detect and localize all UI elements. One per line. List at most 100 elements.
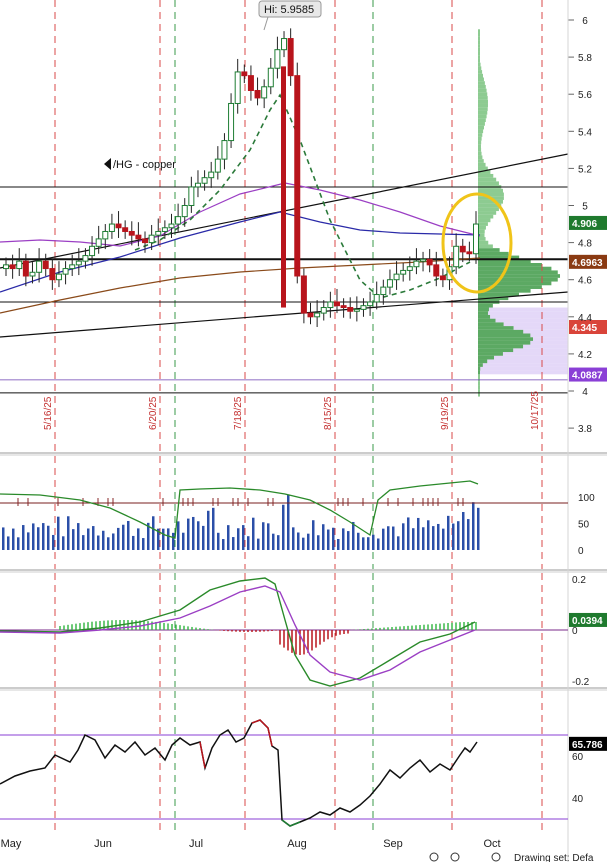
- value-area-bar: [523, 344, 568, 349]
- candle-body: [69, 264, 76, 270]
- value-badge-label: 0.0394: [572, 616, 603, 627]
- volume-bar: [242, 525, 245, 550]
- volume-bar: [77, 523, 80, 550]
- volume-profile-bar: [478, 159, 484, 163]
- value-area-bar: [487, 359, 568, 364]
- volume-profile-bar: [478, 36, 480, 41]
- value-area-bar: [490, 314, 568, 319]
- candle-body: [168, 223, 175, 229]
- event-date-label: 9/19/25: [440, 396, 451, 430]
- volume-profile-bar: [478, 240, 489, 245]
- volume-bar: [137, 528, 140, 550]
- candle-body: [228, 102, 235, 142]
- candle-body: [75, 260, 82, 266]
- volume-bar: [442, 528, 445, 550]
- volume-bar: [192, 516, 195, 550]
- volume-profile-bar: [478, 366, 481, 371]
- value-area-bar: [495, 318, 568, 323]
- candle-body: [115, 223, 122, 229]
- y-tick-label: 4.2: [578, 350, 592, 361]
- candle-body: [373, 294, 380, 303]
- volume-bar: [422, 527, 425, 550]
- value-area-bar: [530, 333, 568, 338]
- volume-bar: [342, 528, 345, 550]
- y-tick-label: 4: [582, 387, 588, 398]
- volume-bar: [302, 537, 305, 550]
- candle-body: [439, 275, 446, 281]
- volume-profile-bar: [478, 385, 480, 390]
- volume-profile-bar: [478, 151, 482, 156]
- volume-profile-bar: [478, 70, 483, 74]
- volume-bar: [327, 529, 330, 550]
- candle-body: [300, 275, 307, 314]
- volume-profile-bar: [478, 199, 503, 204]
- chart-canvas[interactable]: 4.906 4.6963 4.345 4.0887 6 5.8 5.6 5.4 5.2 5 4.8…: [0, 0, 607, 864]
- volume-bar: [367, 537, 370, 550]
- y-tick-label: 5: [582, 202, 588, 213]
- candle-body: [108, 223, 115, 232]
- volume-bar: [197, 521, 200, 550]
- volume-profile-bar: [478, 73, 483, 78]
- candle-body: [29, 271, 36, 277]
- candle-body: [89, 245, 96, 257]
- x-tick-label: Jun: [94, 838, 112, 850]
- volume-bar: [202, 525, 205, 550]
- y-tick-label: 4.6: [578, 276, 592, 287]
- volume-profile-bar: [478, 92, 488, 97]
- volume-profile-bar: [478, 277, 558, 282]
- candle-body: [459, 245, 466, 253]
- candle-body: [274, 49, 281, 69]
- candle-body: [333, 301, 340, 307]
- volume-bar: [222, 539, 225, 550]
- volume-profile-bar: [478, 99, 488, 104]
- volume-profile-bar: [478, 329, 524, 334]
- volume-profile-bar: [478, 311, 488, 315]
- volume-bar: [262, 522, 265, 550]
- volume-profile-bar: [478, 389, 480, 393]
- y-tick-label: 50: [578, 520, 590, 531]
- volume-profile-bar: [478, 333, 531, 338]
- candle-body: [314, 312, 321, 318]
- candle-body: [247, 75, 254, 91]
- candle-body: [433, 264, 440, 277]
- volume-bar: [477, 507, 480, 550]
- candle-body: [9, 264, 16, 270]
- volume-profile-bar: [478, 218, 491, 223]
- volume-profile-bar: [478, 88, 487, 93]
- volume-profile-bar: [478, 355, 495, 360]
- volume-profile-bar: [478, 322, 504, 327]
- volume-profile-bar: [478, 173, 494, 178]
- volume-bar: [432, 526, 435, 550]
- volume-bar: [257, 538, 260, 550]
- y-tick-label: 5.4: [578, 127, 592, 138]
- volume-profile-bar: [478, 370, 480, 375]
- y-tick-label: 5.6: [578, 90, 592, 101]
- symbol-label: /HG - copper: [113, 159, 176, 171]
- candle-body: [360, 305, 367, 310]
- volume-bar: [337, 538, 340, 550]
- candle-body: [128, 230, 135, 236]
- value-badge-label: 65.786: [572, 740, 603, 751]
- volume-profile-bar: [478, 222, 488, 226]
- volume-bar: [162, 528, 165, 550]
- candle-body: [367, 301, 374, 307]
- x-tick-label: Oct: [483, 838, 500, 850]
- event-date-label: 10/17/25: [530, 391, 541, 430]
- volume-profile-bar: [478, 326, 514, 330]
- volume-bar: [427, 520, 430, 550]
- candle-body: [267, 67, 274, 88]
- candle-body: [294, 75, 301, 277]
- volume-profile-bar: [478, 207, 499, 212]
- candle-body: [22, 260, 29, 277]
- volume-bar: [177, 521, 180, 550]
- y-tick-label: 40: [572, 794, 584, 805]
- value-area-bar: [530, 340, 568, 345]
- candle-body: [400, 269, 407, 275]
- volume-profile-bar: [478, 32, 480, 37]
- y-tick-label: 0: [578, 546, 584, 557]
- y-tick-label: 4.8: [578, 239, 592, 250]
- candle-body: [55, 273, 62, 281]
- volume-profile-bar: [478, 107, 488, 111]
- volume-profile-bar: [478, 307, 489, 312]
- volume-bar: [72, 529, 75, 550]
